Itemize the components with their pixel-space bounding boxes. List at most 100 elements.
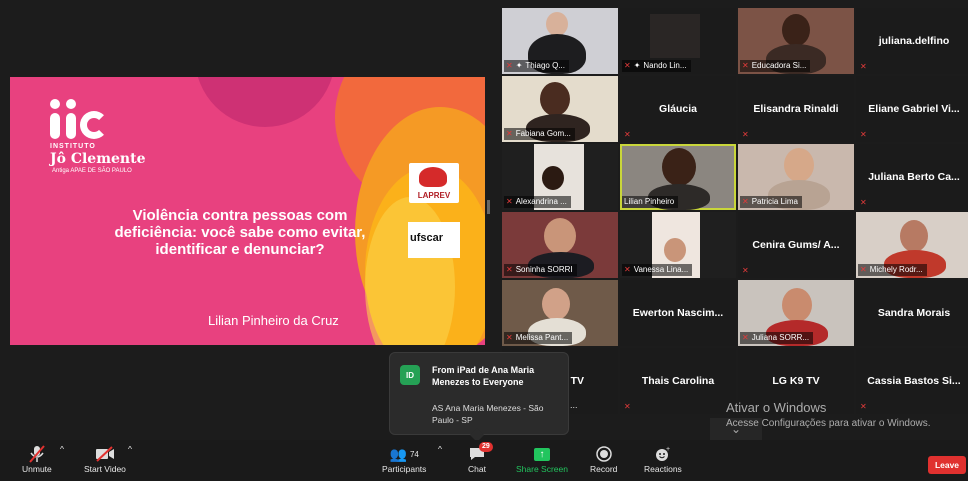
participant-name: Cassia Bastos Si... — [867, 375, 961, 387]
mic-muted-icon — [29, 444, 45, 464]
participant-tile[interactable]: Cassia Bastos Si... ✕ — [856, 348, 968, 414]
participant-name: Juliana Berto Ca... — [868, 171, 960, 183]
record-button[interactable]: Record — [590, 444, 617, 474]
muted-mic-icon: ✕ — [506, 333, 513, 342]
ufscar-logo-text: ufscar — [410, 232, 444, 244]
meeting-stage: INSTITUTO Jô Clemente Antiga APAE DE SÃO… — [0, 0, 968, 443]
muted-mic-icon: ✕ — [624, 402, 631, 411]
participant-label: ✕ Melissa Pant... — [504, 332, 573, 344]
muted-mic-icon: ✕ — [742, 266, 749, 275]
ijc-logo-icon — [50, 99, 110, 144]
share-screen-icon: ↑ — [533, 447, 550, 461]
muted-mic-icon: ✕ — [860, 130, 867, 139]
muted-mic-icon: ✕ — [860, 62, 867, 71]
participant-label: ✕ Juliana SORR... — [740, 332, 814, 344]
participant-tile[interactable]: ✕ Alexandrina ... — [502, 144, 618, 210]
unmute-button[interactable]: Unmute — [22, 444, 52, 474]
participant-label: ✕ Fabiana Gom... — [504, 128, 575, 140]
muted-mic-icon: ✕ — [624, 130, 631, 139]
meeting-toolbar: Unmute ^ Start Video ^ 👥 74 Participants… — [0, 440, 968, 481]
participant-tile[interactable]: Cenira Gums/ A... ✕ — [738, 212, 854, 278]
participant-tile[interactable]: ✕ Patricia Lima — [738, 144, 854, 210]
participant-name: Cenira Gums/ A... — [752, 239, 840, 251]
reactions-icon: + — [655, 444, 671, 464]
participant-label: ✕ Vanessa Lina... — [622, 264, 693, 276]
participant-name: Eliane Gabriel Vi... — [868, 103, 960, 115]
chat-from: From iPad de Ana Maria Menezes to Everyo… — [432, 365, 535, 387]
participant-tile[interactable]: ✕ Educadora Si... — [738, 8, 854, 74]
pin-icon: ✦ — [515, 61, 523, 70]
participant-name: Gláucia — [659, 103, 697, 115]
video-off-icon — [95, 444, 115, 464]
participants-count: 74 — [409, 449, 419, 459]
participant-tile[interactable]: Gláucia ✕ — [620, 76, 736, 142]
video-options-caret-icon[interactable]: ^ — [128, 444, 132, 454]
participant-tile[interactable]: ✕ Fabiana Gom... — [502, 76, 618, 142]
participants-caret-icon[interactable]: ^ — [438, 444, 442, 454]
participant-name: Elisandra Rinaldi — [753, 103, 839, 115]
participant-tile[interactable]: ✕ Juliana SORR... — [738, 280, 854, 346]
audio-options-caret-icon[interactable]: ^ — [60, 444, 64, 454]
participant-tile[interactable]: Thais Carolina ✕ — [620, 348, 736, 414]
participant-label: ✕ ✦ Thiago Q... — [504, 60, 569, 72]
participant-label: ✕ Patricia Lima — [740, 196, 802, 208]
split-view-handle[interactable] — [487, 200, 490, 214]
participant-label: ✕ ✦ Nando Lin... — [622, 60, 691, 72]
record-icon — [595, 444, 612, 464]
svg-text:+: + — [666, 446, 670, 453]
muted-mic-icon: ✕ — [506, 129, 513, 138]
activate-windows-subtitle: Acesse Configurações para ativar o Windo… — [726, 418, 931, 429]
muted-mic-icon: ✕ — [860, 265, 867, 274]
participant-tile[interactable]: Ewerton Nascim... — [620, 280, 736, 346]
participant-label: ✕ Educadora Si... — [740, 60, 811, 72]
chat-notification-popup[interactable]: ID From iPad de Ana Maria Menezes to Eve… — [389, 352, 569, 443]
participant-tile[interactable]: ✕ ✦ Thiago Q... — [502, 8, 618, 74]
chat-icon: 29 — [469, 442, 493, 464]
participant-tile[interactable]: Sandra Morais — [856, 280, 968, 346]
participant-name: Thais Carolina — [641, 375, 715, 387]
muted-mic-icon: ✕ — [506, 61, 513, 70]
muted-mic-icon: ✕ — [506, 197, 513, 206]
share-screen-button[interactable]: ↑ Share Screen — [516, 444, 568, 474]
muted-mic-icon: ✕ — [624, 61, 631, 70]
participant-tile[interactable]: ✕ Soninha SORRI — [502, 212, 618, 278]
ufscar-logo: ufscar — [408, 222, 460, 258]
participant-label: ✕ Alexandrina ... — [504, 196, 571, 208]
participant-name: juliana.delfino — [878, 35, 950, 47]
participant-tile[interactable]: Elisandra Rinaldi ✕ — [738, 76, 854, 142]
logo-line1: INSTITUTO — [50, 143, 96, 150]
participant-tile[interactable]: ✕ Michely Rodr... — [856, 212, 968, 278]
logo-line3: Antiga APAE DE SÃO PAULO — [52, 168, 132, 174]
muted-mic-icon: ✕ — [860, 402, 867, 411]
participant-name: Sandra Morais — [877, 307, 951, 319]
chat-button[interactable]: 29 Chat — [468, 442, 493, 474]
participant-name: Ewerton Nascim... — [632, 307, 724, 319]
muted-mic-icon: ✕ — [742, 333, 749, 342]
muted-mic-icon: ✕ — [742, 130, 749, 139]
participant-tile[interactable]: ✕ Melissa Pant... — [502, 280, 618, 346]
leave-button[interactable]: Leave — [928, 456, 966, 474]
sender-avatar: ID — [400, 365, 420, 385]
participant-tile[interactable]: Juliana Berto Ca... ✕ — [856, 144, 968, 210]
muted-mic-icon: ✕ — [742, 61, 749, 70]
start-video-button[interactable]: Start Video — [84, 444, 126, 474]
pin-icon: ✦ — [633, 61, 641, 70]
reactions-button[interactable]: + Reactions — [644, 444, 682, 474]
participants-button[interactable]: 👥 74 Participants — [382, 444, 426, 475]
muted-mic-icon: ✕ — [860, 198, 867, 207]
chat-message: AS Ana Maria Menezes - São Paulo - SP — [432, 403, 544, 425]
logo-line2: Jô Clemente — [50, 151, 146, 167]
chat-badge: 29 — [478, 442, 493, 452]
participant-tile[interactable]: ✕ ✦ Nando Lin... — [620, 8, 736, 74]
participant-tile-active-speaker[interactable]: Lilian Pinheiro — [620, 144, 736, 210]
participant-tile[interactable]: ✕ Vanessa Lina... — [620, 212, 736, 278]
participant-label: Lilian Pinheiro — [622, 196, 679, 208]
chat-truncated: ... — [570, 400, 578, 410]
muted-mic-icon: ✕ — [506, 265, 513, 274]
participant-tile[interactable]: juliana.delfino ✕ — [856, 8, 968, 74]
participant-tile[interactable]: Eliane Gabriel Vi... ✕ — [856, 76, 968, 142]
laprev-logo: LAPREV — [409, 163, 459, 203]
muted-mic-icon: ✕ — [742, 197, 749, 206]
muted-mic-icon: ✕ — [624, 265, 631, 274]
participants-icon: 👥 — [389, 445, 407, 462]
